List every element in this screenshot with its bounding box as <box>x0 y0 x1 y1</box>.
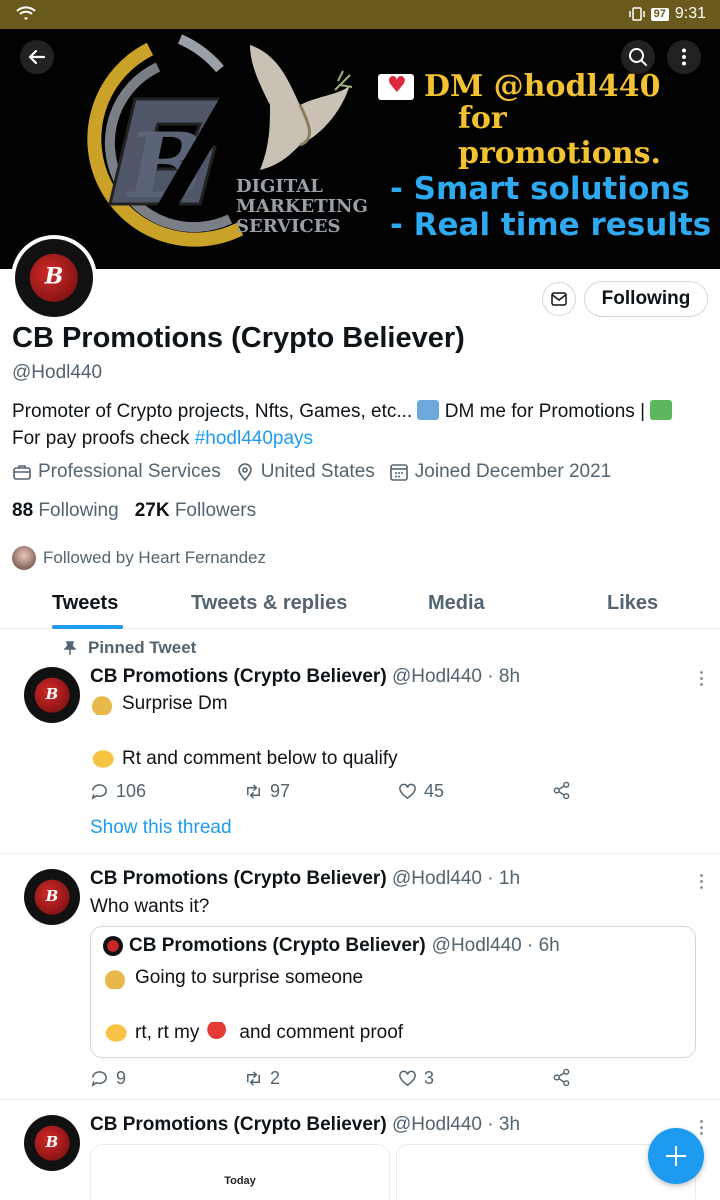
retweet-button[interactable]: 97 <box>244 781 290 802</box>
profile-meta: Professional Services United States Join… <box>12 461 625 483</box>
tweet-media[interactable]: Today <box>90 1144 696 1200</box>
compose-tweet-button[interactable] <box>648 1128 704 1184</box>
share-icon <box>553 1068 570 1087</box>
quoted-text-line: rt, rt my and comment proof <box>103 1022 403 1044</box>
profile-tabs: Tweets Tweets & replies Media Likes <box>0 580 720 629</box>
tweet-header: CB Promotions (Crypto Believer) @Hodl440… <box>90 1114 521 1135</box>
location-pin-icon <box>237 463 252 482</box>
followed-by[interactable]: Followed by Heart Fernandez <box>12 546 266 570</box>
reply-icon <box>91 1071 107 1087</box>
more-options-button[interactable] <box>667 40 701 74</box>
banner-dm-line: DM @hodl440 <box>378 69 660 104</box>
bio-hashtag-link[interactable]: #hodl440pays <box>195 428 313 449</box>
retweet-icon <box>247 784 260 799</box>
tweet-header: CB Promotions (Crypto Believer) @Hodl440… <box>90 868 521 889</box>
profile-handle: @Hodl440 <box>12 362 103 383</box>
tweet-text-line: Rt and comment below to qualify <box>90 748 398 770</box>
follower-avatar <box>12 546 36 570</box>
reply-button[interactable]: 9 <box>90 1068 126 1089</box>
tweet-more-icon[interactable] <box>700 1120 704 1138</box>
share-button[interactable] <box>552 1068 571 1087</box>
briefcase-icon <box>13 465 31 480</box>
retweet-button[interactable]: 2 <box>244 1068 280 1089</box>
tweet-actions: 106 97 45 <box>90 781 580 805</box>
tweet-more-icon[interactable] <box>700 874 704 892</box>
heart-mail-icon <box>378 72 414 100</box>
quoted-avatar <box>103 936 123 956</box>
tab-tweets-replies[interactable]: Tweets & replies <box>191 592 347 615</box>
heart-icon <box>399 1070 416 1087</box>
following-count-link[interactable]: 88 Following <box>12 500 119 522</box>
dove-illustration <box>250 45 353 170</box>
share-icon <box>553 781 570 800</box>
money-bag-emoji-icon <box>90 693 114 715</box>
following-button[interactable]: Following <box>584 281 708 317</box>
clock: 9:31 <box>674 5 706 22</box>
retweet-icon <box>247 1071 260 1086</box>
banner-slogan: - Smart solutions - Real time results <box>390 171 712 243</box>
money-bag-emoji-icon <box>103 967 127 989</box>
message-button[interactable] <box>542 282 576 316</box>
back-button[interactable] <box>20 40 54 74</box>
money-emoji-icon <box>650 400 673 420</box>
vibrate-icon <box>628 7 645 21</box>
pin-icon <box>64 641 76 655</box>
pointing-hand-emoji-icon <box>103 1022 127 1044</box>
like-button[interactable]: 3 <box>398 1068 434 1089</box>
follow-counts: 88 Following 27K Followers <box>12 500 256 522</box>
tweet-pinned[interactable]: Pinned Tweet B CB Promotions (Crypto Bel… <box>0 629 720 854</box>
status-bar: 97 9:31 <box>0 0 720 29</box>
quoted-text-line: Going to surprise someone <box>103 967 363 989</box>
followers-count-link[interactable]: 27K Followers <box>135 500 256 522</box>
search-button[interactable] <box>621 40 655 74</box>
profile-avatar[interactable]: B <box>11 235 97 321</box>
tweet-avatar[interactable]: B <box>24 1115 80 1171</box>
tweet-actions: 9 2 3 <box>90 1068 580 1092</box>
show-thread-link[interactable]: Show this thread <box>90 817 232 839</box>
tab-tweets[interactable]: Tweets <box>52 592 118 615</box>
like-button[interactable]: 45 <box>398 781 444 802</box>
wifi-icon <box>16 6 36 20</box>
pushpin-emoji-icon <box>207 1022 232 1044</box>
heart-icon <box>399 783 416 800</box>
kebab-menu-icon <box>682 48 686 66</box>
tab-likes[interactable]: Likes <box>607 592 658 615</box>
calendar-icon <box>389 464 408 481</box>
banner-promo-line: for promotions. <box>458 101 661 171</box>
tweet-image[interactable]: Today <box>90 1144 390 1200</box>
profile-banner: B DM @hodl440 for promotions. DIGITAL MA… <box>0 29 720 269</box>
tab-media[interactable]: Media <box>428 592 485 615</box>
reply-icon <box>91 784 107 800</box>
profile-name: CB Promotions (Crypto Believer) <box>12 322 465 354</box>
search-icon <box>629 48 647 66</box>
profile-location: United States <box>235 461 375 483</box>
banner-services: DIGITAL MARKETING SERVICES <box>236 176 368 237</box>
tweet-avatar[interactable]: B <box>24 667 80 723</box>
mail-icon <box>551 292 567 306</box>
profile-category: Professional Services <box>12 461 221 483</box>
reply-button[interactable]: 106 <box>90 781 146 802</box>
share-button[interactable] <box>552 781 571 800</box>
profile-joined: Joined December 2021 <box>389 461 611 483</box>
tweet-avatar[interactable]: B <box>24 869 80 925</box>
arrow-left-icon <box>28 49 46 65</box>
tweet-header: CB Promotions (Crypto Believer) @Hodl440… <box>90 666 521 687</box>
tweet-text: Who wants it? <box>90 896 210 917</box>
tweet-text-line: Surprise Dm <box>90 693 228 715</box>
quoted-tweet[interactable]: CB Promotions (Crypto Believer) @Hodl440… <box>90 926 696 1058</box>
inbox-emoji-icon <box>417 400 440 420</box>
pointing-hand-emoji-icon <box>90 748 114 770</box>
tweet-more-icon[interactable] <box>700 671 704 689</box>
profile-bio: Promoter of Crypto projects, Nfts, Games… <box>12 398 702 452</box>
pinned-label: Pinned Tweet <box>64 638 196 658</box>
battery-indicator: 97 <box>650 7 669 21</box>
quoted-tweet-header: CB Promotions (Crypto Believer) @Hodl440… <box>103 935 560 957</box>
